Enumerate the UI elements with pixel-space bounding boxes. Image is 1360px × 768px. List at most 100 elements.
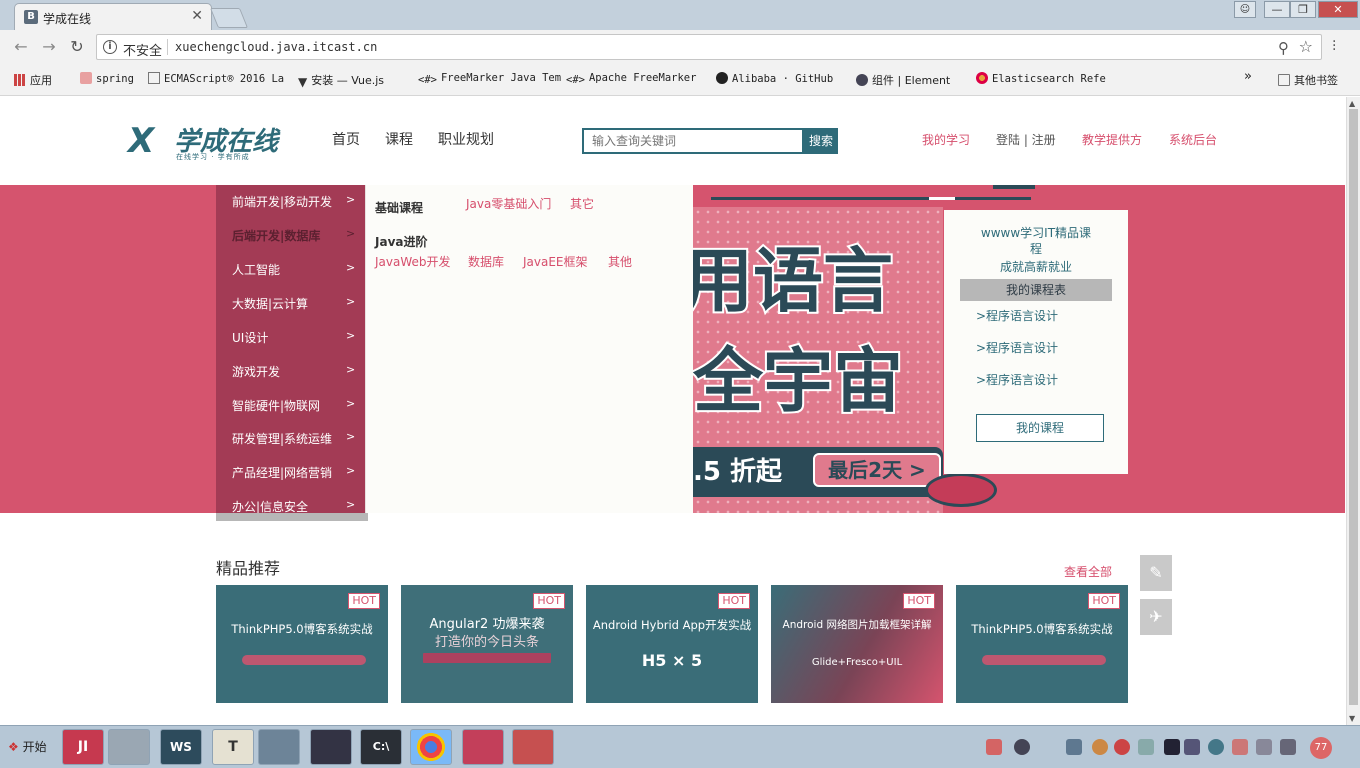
zoom-icon[interactable]: ⚲ [1278,39,1289,57]
teaching-provider-link[interactable]: 教学提供方 [1082,131,1142,148]
category-item[interactable]: 大数据|云计算 [232,295,308,312]
page-icon [148,72,160,84]
submenu-link[interactable]: JavaWeb开发 [375,253,451,270]
close-window-button[interactable]: ✕ [1318,1,1358,18]
url-text[interactable]: xuechengcloud.java.itcast.cn [175,40,377,54]
security-label[interactable]: 不安全 [123,40,162,59]
course-card-subtitle: 打造你的今日头条 [434,635,539,650]
tray-badge[interactable]: 77 [1310,737,1332,759]
keyboard-icon[interactable] [986,739,1002,755]
profile-icon[interactable]: ☺ [1234,1,1256,18]
course-table-header[interactable]: 我的课程表 [960,279,1112,301]
back-icon[interactable]: ← [10,36,32,58]
submenu-link[interactable]: Java零基础入门 [466,195,551,212]
new-tab-button[interactable] [209,8,249,28]
bookmark-spring[interactable]: spring [80,72,134,85]
course-card[interactable]: HOT ThinkPHP5.0博客系统实战 [956,585,1128,703]
plane-icon[interactable]: ✈ [1140,599,1172,635]
see-all-link[interactable]: 查看全部 [1064,563,1112,580]
hero-last-days-button[interactable]: 最后2天 > [813,453,941,487]
bookmark-apps[interactable]: 应用 [14,72,52,88]
category-item-active[interactable]: 后端开发|数据库 [232,227,320,244]
taskbar-app-calculator[interactable] [108,729,150,765]
browser-tab-bar: B 学成在线 ✕ ☺ — ❐ ✕ [0,0,1360,30]
globe-icon[interactable] [1208,739,1224,755]
bookmark-elasticsearch[interactable]: Elasticsearch Refe [976,72,1106,85]
hero-line-2: 全宇宙 [693,338,905,424]
pencil-icon[interactable]: ✎ [1140,555,1172,591]
app-tray-icon[interactable] [1232,739,1248,755]
bookmark-ecmascript[interactable]: ECMAScript® 2016 La [148,72,284,85]
bookmarks-more-icon[interactable]: » [1244,69,1252,84]
system-tray: 77 [986,729,1358,767]
bookmark-freemarker-java[interactable]: <#> FreeMarker Java Tem [418,72,561,86]
help-icon[interactable] [1014,739,1030,755]
submenu-link[interactable]: 数据库 [468,253,504,270]
admin-link[interactable]: 系统后台 [1169,131,1217,148]
minimize-button[interactable]: — [1264,1,1290,18]
signal-icon[interactable] [1280,739,1296,755]
taskbar-app-fish[interactable] [258,729,300,765]
volume-icon[interactable] [1256,739,1272,755]
scroll-thumb[interactable] [1349,109,1358,705]
my-learning-link[interactable]: 我的学习 [922,131,970,148]
my-course-button[interactable]: 我的课程 [976,414,1104,442]
course-card[interactable]: HOT Angular2 功爆来袭 打造你的今日头条 [401,585,573,703]
info-icon[interactable]: i [103,40,117,54]
start-button[interactable]: ❖ 开始 [2,732,50,762]
window-icon[interactable] [1164,739,1180,755]
page-scrollbar[interactable]: ▲ ▼ [1346,97,1360,725]
maximize-button[interactable]: ❐ [1290,1,1316,18]
taskbar-app-terminal[interactable]: C:\ [360,729,402,765]
category-item[interactable]: 智能硬件|物联网 [232,397,320,414]
taskbar-app-intellij[interactable]: JI [62,729,104,765]
category-item[interactable]: UI设计 [232,329,268,346]
taskbar-app-brush[interactable] [462,729,504,765]
search-button[interactable]: 搜索 [804,128,838,154]
category-item[interactable]: 人工智能 [232,261,280,278]
login-register-link[interactable]: 登陆 | 注册 [996,131,1056,148]
forward-icon[interactable]: → [38,36,60,58]
submenu-link[interactable]: 其他 [608,253,632,270]
submenu-link[interactable]: JavaEE框架 [523,253,588,270]
bookmark-other[interactable]: 其他书签 [1278,72,1338,88]
reload-icon[interactable]: ↻ [66,36,88,58]
network-icon[interactable] [1066,739,1082,755]
course-card[interactable]: HOT Android 网络图片加载框架详解 Glide+Fresco+UIL [771,585,943,703]
taskbar-app-folder[interactable] [512,729,554,765]
tab-close-icon[interactable]: ✕ [191,8,203,24]
course-card[interactable]: HOT Android Hybrid App开发实战 H5 × 5 [586,585,758,703]
browser-menu-icon[interactable]: · · · [1332,35,1336,57]
category-item[interactable]: 产品经理|网络营销 [232,464,332,481]
bookmark-vue[interactable]: ▼ 安装 — Vue.js [298,72,384,89]
bookmark-alibaba-github[interactable]: Alibaba · GitHub [716,72,833,85]
category-item[interactable]: 研发管理|系统运维 [232,430,332,447]
taskbar-app-text-editor[interactable]: T [212,729,254,765]
submenu-link[interactable]: 其它 [570,195,594,212]
category-item[interactable]: 前端开发|移动开发 [232,193,332,210]
taskbar-app-chrome[interactable] [410,729,452,765]
scroll-down-icon[interactable]: ▼ [1349,714,1355,723]
taskbar-app-robomongo[interactable] [310,729,352,765]
course-link[interactable]: >程序语言设计 [976,339,1058,356]
nav-home[interactable]: 首页 [332,129,360,149]
bookmark-apache-freemarker[interactable]: <#> Apache FreeMarker [566,72,696,86]
course-link[interactable]: >程序语言设计 [976,371,1058,388]
search-input[interactable] [584,130,794,152]
course-link[interactable]: >程序语言设计 [976,307,1058,324]
app-tray-icon[interactable] [1138,739,1154,755]
nav-career[interactable]: 职业规划 [438,129,494,149]
bluetooth-icon[interactable] [1184,739,1200,755]
taskbar-app-webstorm[interactable]: WS [160,729,202,765]
app-tray-icon[interactable] [1092,739,1108,755]
browser-tab[interactable]: B 学成在线 ✕ [14,3,212,30]
category-item[interactable]: 游戏开发 [232,363,280,380]
address-bar[interactable]: i 不安全 xuechengcloud.java.itcast.cn ⚲ ☆ [96,34,1322,60]
app-tray-icon[interactable] [1114,739,1130,755]
hero-decoration [711,197,1031,200]
nav-courses[interactable]: 课程 [385,129,413,149]
scroll-up-icon[interactable]: ▲ [1349,99,1355,108]
bookmark-element[interactable]: 组件 | Element [856,72,950,88]
bookmark-star-icon[interactable]: ☆ [1299,37,1313,56]
course-card[interactable]: HOT ThinkPHP5.0博客系统实战 [216,585,388,703]
